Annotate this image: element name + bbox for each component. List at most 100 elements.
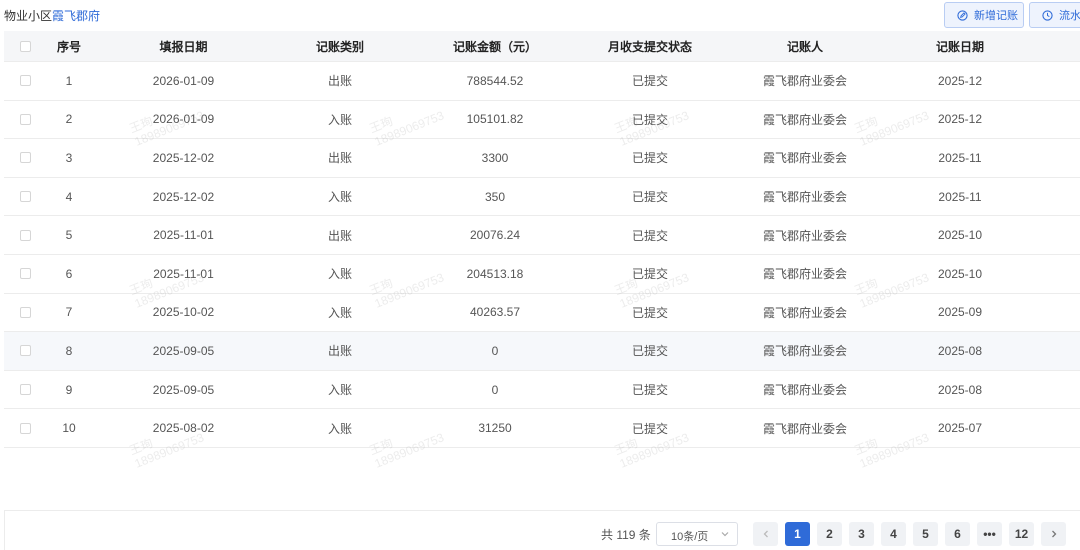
cell-fill-date: 2025-12-02 [152, 150, 215, 165]
cell-type: 出账 [327, 74, 352, 89]
cell-index: 4 [65, 189, 73, 204]
row-checkbox[interactable] [19, 422, 31, 434]
cell-status: 已提交 [631, 112, 668, 127]
cell-user: 霞飞郡府业委会 [762, 267, 847, 282]
add-record-button[interactable]: 新增记账 [944, 2, 1024, 28]
cell-user: 霞飞郡府业委会 [762, 74, 847, 89]
cell-date: 2025-08 [937, 343, 983, 358]
row-select-cell [4, 229, 46, 241]
cell-fill-date: 2025-09-05 [152, 382, 215, 397]
pagination-bar: 共 119 条 10条/页 1 2 3 4 5 6 ••• 12 [4, 510, 1080, 550]
cell-date: 2025-12 [937, 73, 983, 88]
cell-user: 霞飞郡府业委会 [762, 228, 847, 243]
cell-user: 霞飞郡府业委会 [762, 383, 847, 398]
cell-user: 霞飞郡府业委会 [762, 151, 847, 166]
prev-page-button[interactable] [753, 522, 778, 546]
cell-fill-date: 2025-10-02 [152, 305, 215, 320]
cell-fill-date: 2025-11-01 [153, 266, 214, 281]
table-row[interactable]: 1 2026-01-09 出账 788544.52 已提交 霞飞郡府业委会 20… [4, 62, 1080, 101]
cell-fill-date: 2026-01-09 [152, 112, 215, 127]
cell-index: 9 [65, 382, 73, 397]
header-fill-date: 填报日期 [159, 39, 208, 54]
cell-fill-date: 2025-08-02 [152, 421, 215, 436]
cell-user: 霞飞郡府业委会 [762, 344, 847, 359]
header-user: 记账人 [786, 39, 823, 54]
cell-amount: 0 [491, 382, 499, 397]
top-bar: 物业小区霞飞郡府 新增记账 流水 [0, 0, 1080, 30]
next-page-button[interactable] [1041, 522, 1066, 546]
cell-fill-date: 2026-01-09 [152, 73, 215, 88]
row-checkbox[interactable] [19, 268, 31, 280]
cell-index: 5 [65, 228, 73, 243]
edit-icon [957, 9, 968, 21]
row-checkbox[interactable] [19, 152, 31, 164]
row-select-cell [4, 152, 46, 164]
page-button-4[interactable]: 4 [881, 522, 906, 546]
cell-status: 已提交 [631, 383, 668, 398]
breadcrumb: 物业小区霞飞郡府 [4, 7, 100, 24]
table-header: 序号 填报日期 记账类别 记账金额（元） 月收支提交状态 记账人 记账日期 [4, 31, 1080, 62]
row-checkbox[interactable] [19, 191, 31, 203]
breadcrumb-prefix: 物业小区 [4, 9, 53, 23]
select-all-checkbox[interactable] [19, 40, 31, 52]
header-amount: 记账金额（元） [452, 39, 537, 54]
table-row[interactable]: 8 2025-09-05 出账 0 已提交 霞飞郡府业委会 2025-08 [4, 332, 1080, 371]
cell-amount: 788544.52 [466, 73, 524, 88]
page-size-value: 10条/页 [671, 531, 709, 543]
cell-status: 已提交 [631, 74, 668, 89]
page-button-2[interactable]: 2 [817, 522, 842, 546]
table-row[interactable]: 10 2025-08-02 入账 31250 已提交 霞飞郡府业委会 2025-… [4, 409, 1080, 448]
cell-index: 8 [65, 343, 73, 358]
cell-date: 2025-11 [938, 189, 982, 204]
total-count: 共 119 条 [601, 528, 651, 542]
page-button-5[interactable]: 5 [913, 522, 938, 546]
table-row[interactable]: 5 2025-11-01 出账 20076.24 已提交 霞飞郡府业委会 202… [4, 216, 1080, 255]
header-status: 月收支提交状态 [607, 39, 692, 54]
cell-type: 出账 [327, 151, 352, 166]
page-button-3[interactable]: 3 [849, 522, 874, 546]
cell-date: 2025-10 [937, 266, 983, 281]
cell-date: 2025-08 [937, 382, 983, 397]
breadcrumb-community-link[interactable]: 霞飞郡府 [52, 9, 100, 23]
table-row[interactable]: 4 2025-12-02 入账 350 已提交 霞飞郡府业委会 2025-11 [4, 178, 1080, 217]
chevron-right-icon [1051, 530, 1056, 538]
chevron-left-icon [763, 530, 768, 538]
table-row[interactable]: 2 2026-01-09 入账 105101.82 已提交 霞飞郡府业委会 20… [4, 101, 1080, 140]
cell-status: 已提交 [631, 151, 668, 166]
header-type: 记账类别 [315, 39, 364, 54]
row-select-cell [4, 268, 46, 280]
row-checkbox[interactable] [19, 345, 31, 357]
row-checkbox[interactable] [19, 75, 31, 87]
clock-icon [1042, 9, 1053, 21]
table-row[interactable]: 3 2025-12-02 出账 3300 已提交 霞飞郡府业委会 2025-11 [4, 139, 1080, 178]
header-date: 记账日期 [935, 39, 984, 54]
page-button-12[interactable]: 12 [1009, 522, 1034, 546]
cell-index: 1 [65, 73, 73, 88]
cell-status: 已提交 [631, 344, 668, 359]
cell-amount: 40263.57 [469, 305, 521, 320]
cell-type: 入账 [327, 305, 352, 320]
header-index: 序号 [56, 39, 81, 54]
cell-type: 出账 [327, 228, 352, 243]
row-checkbox[interactable] [19, 384, 31, 396]
cell-amount: 0 [491, 343, 499, 358]
row-checkbox[interactable] [19, 306, 31, 318]
table-row[interactable]: 9 2025-09-05 入账 0 已提交 霞飞郡府业委会 2025-08 [4, 371, 1080, 410]
page-button-6[interactable]: 6 [945, 522, 970, 546]
records-table: 序号 填报日期 记账类别 记账金额（元） 月收支提交状态 记账人 记账日期 1 … [4, 31, 1080, 448]
flow-button[interactable]: 流水 [1029, 2, 1080, 28]
more-pages-button[interactable]: ••• [977, 522, 1002, 546]
row-select-cell [4, 306, 46, 318]
page-button-1[interactable]: 1 [785, 522, 810, 546]
page-size-select[interactable]: 10条/页 [656, 522, 738, 546]
table-row[interactable]: 6 2025-11-01 入账 204513.18 已提交 霞飞郡府业委会 20… [4, 255, 1080, 294]
row-select-cell [4, 191, 46, 203]
cell-user: 霞飞郡府业委会 [762, 112, 847, 127]
row-select-cell [4, 113, 46, 125]
row-checkbox[interactable] [19, 229, 31, 241]
row-checkbox[interactable] [19, 113, 31, 125]
cell-index: 3 [65, 150, 73, 165]
table-row[interactable]: 7 2025-10-02 入账 40263.57 已提交 霞飞郡府业委会 202… [4, 294, 1080, 333]
flow-label: 流水 [1059, 10, 1080, 22]
cell-amount: 20076.24 [469, 228, 521, 243]
